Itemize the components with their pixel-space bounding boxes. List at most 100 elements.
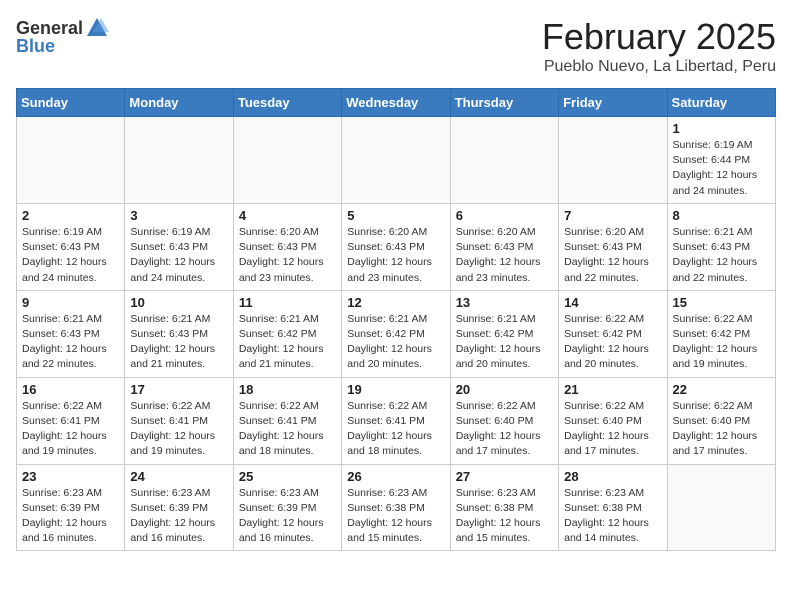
day-number: 2 [22,208,119,223]
calendar-cell [233,117,341,204]
day-info: Sunrise: 6:22 AM Sunset: 6:41 PM Dayligh… [130,399,227,460]
logo-icon [85,16,109,40]
day-number: 18 [239,382,336,397]
day-info: Sunrise: 6:21 AM Sunset: 6:43 PM Dayligh… [22,312,119,373]
day-info: Sunrise: 6:21 AM Sunset: 6:42 PM Dayligh… [239,312,336,373]
title-block: February 2025 Pueblo Nuevo, La Libertad,… [542,16,776,76]
day-info: Sunrise: 6:23 AM Sunset: 6:39 PM Dayligh… [22,486,119,547]
day-info: Sunrise: 6:22 AM Sunset: 6:40 PM Dayligh… [456,399,553,460]
calendar-cell: 20 Sunrise: 6:22 AM Sunset: 6:40 PM Dayli… [450,377,558,464]
calendar-cell: 6 Sunrise: 6:20 AM Sunset: 6:43 PM Daylig… [450,203,558,290]
day-info: Sunrise: 6:19 AM Sunset: 6:43 PM Dayligh… [22,225,119,286]
calendar-cell: 7Sunrise: 6:20 AM Sunset: 6:43 PM Daylig… [559,203,667,290]
calendar-cell: 10Sunrise: 6:21 AM Sunset: 6:43 PM Dayli… [125,290,233,377]
calendar-cell: 25 Sunrise: 6:23 AM Sunset: 6:39 PM Dayli… [233,464,341,551]
day-info: Sunrise: 6:23 AM Sunset: 6:38 PM Dayligh… [564,486,661,547]
day-info: Sunrise: 6:21 AM Sunset: 6:42 PM Dayligh… [347,312,444,373]
week-row-3: 16 Sunrise: 6:22 AM Sunset: 6:41 PM Dayli… [17,377,776,464]
day-info: Sunrise: 6:23 AM Sunset: 6:39 PM Dayligh… [130,486,227,547]
day-number: 22 [673,382,770,397]
weekday-header-thursday: Thursday [450,89,558,117]
week-row-0: 1 Sunrise: 6:19 AM Sunset: 6:44 PM Daylig… [17,117,776,204]
calendar-cell [450,117,558,204]
day-info: Sunrise: 6:19 AM Sunset: 6:43 PM Dayligh… [130,225,227,286]
day-info: Sunrise: 6:23 AM Sunset: 6:39 PM Dayligh… [239,486,336,547]
day-number: 17 [130,382,227,397]
day-info: Sunrise: 6:22 AM Sunset: 6:42 PM Dayligh… [564,312,661,373]
calendar-cell: 28 Sunrise: 6:23 AM Sunset: 6:38 PM Dayli… [559,464,667,551]
calendar-cell [667,464,775,551]
calendar-cell: 9 Sunrise: 6:21 AM Sunset: 6:43 PM Daylig… [17,290,125,377]
weekday-header-friday: Friday [559,89,667,117]
day-info: Sunrise: 6:19 AM Sunset: 6:44 PM Dayligh… [673,138,770,199]
calendar-cell [17,117,125,204]
day-number: 28 [564,469,661,484]
calendar-cell: 17 Sunrise: 6:22 AM Sunset: 6:41 PM Dayli… [125,377,233,464]
calendar-cell: 12 Sunrise: 6:21 AM Sunset: 6:42 PM Dayli… [342,290,450,377]
day-number: 11 [239,295,336,310]
calendar-cell: 19Sunrise: 6:22 AM Sunset: 6:41 PM Dayli… [342,377,450,464]
calendar-cell: 22Sunrise: 6:22 AM Sunset: 6:40 PM Dayli… [667,377,775,464]
day-info: Sunrise: 6:21 AM Sunset: 6:43 PM Dayligh… [673,225,770,286]
calendar-cell: 13 Sunrise: 6:21 AM Sunset: 6:42 PM Dayli… [450,290,558,377]
calendar-cell: 24 Sunrise: 6:23 AM Sunset: 6:39 PM Dayli… [125,464,233,551]
logo-blue: Blue [16,36,55,57]
location-title: Pueblo Nuevo, La Libertad, Peru [542,58,776,76]
day-info: Sunrise: 6:23 AM Sunset: 6:38 PM Dayligh… [347,486,444,547]
header: General Blue February 2025 Pueblo Nuevo,… [16,16,776,76]
day-number: 26 [347,469,444,484]
day-number: 13 [456,295,553,310]
day-info: Sunrise: 6:20 AM Sunset: 6:43 PM Dayligh… [564,225,661,286]
calendar-cell: 3Sunrise: 6:19 AM Sunset: 6:43 PM Daylig… [125,203,233,290]
day-number: 10 [130,295,227,310]
month-title: February 2025 [542,16,776,58]
calendar-cell: 21 Sunrise: 6:22 AM Sunset: 6:40 PM Dayli… [559,377,667,464]
day-info: Sunrise: 6:20 AM Sunset: 6:43 PM Dayligh… [239,225,336,286]
logo: General Blue [16,16,109,57]
calendar-cell [125,117,233,204]
calendar-cell: 16 Sunrise: 6:22 AM Sunset: 6:41 PM Dayli… [17,377,125,464]
day-number: 21 [564,382,661,397]
day-info: Sunrise: 6:21 AM Sunset: 6:42 PM Dayligh… [456,312,553,373]
day-number: 23 [22,469,119,484]
day-number: 27 [456,469,553,484]
day-info: Sunrise: 6:22 AM Sunset: 6:41 PM Dayligh… [347,399,444,460]
day-info: Sunrise: 6:23 AM Sunset: 6:38 PM Dayligh… [456,486,553,547]
day-number: 12 [347,295,444,310]
day-number: 25 [239,469,336,484]
day-info: Sunrise: 6:20 AM Sunset: 6:43 PM Dayligh… [347,225,444,286]
calendar-cell: 15Sunrise: 6:22 AM Sunset: 6:42 PM Dayli… [667,290,775,377]
day-info: Sunrise: 6:22 AM Sunset: 6:41 PM Dayligh… [239,399,336,460]
calendar-cell [559,117,667,204]
weekday-header-row: SundayMondayTuesdayWednesdayThursdayFrid… [17,89,776,117]
weekday-header-saturday: Saturday [667,89,775,117]
calendar-cell: 14Sunrise: 6:22 AM Sunset: 6:42 PM Dayli… [559,290,667,377]
week-row-4: 23 Sunrise: 6:23 AM Sunset: 6:39 PM Dayli… [17,464,776,551]
day-number: 5 [347,208,444,223]
calendar-cell [342,117,450,204]
calendar-cell: 1 Sunrise: 6:19 AM Sunset: 6:44 PM Daylig… [667,117,775,204]
calendar-cell: 2 Sunrise: 6:19 AM Sunset: 6:43 PM Daylig… [17,203,125,290]
day-number: 1 [673,121,770,136]
day-info: Sunrise: 6:22 AM Sunset: 6:41 PM Dayligh… [22,399,119,460]
calendar-cell: 8 Sunrise: 6:21 AM Sunset: 6:43 PM Daylig… [667,203,775,290]
week-row-1: 2 Sunrise: 6:19 AM Sunset: 6:43 PM Daylig… [17,203,776,290]
day-number: 20 [456,382,553,397]
day-number: 4 [239,208,336,223]
day-info: Sunrise: 6:22 AM Sunset: 6:40 PM Dayligh… [564,399,661,460]
day-number: 8 [673,208,770,223]
calendar-table: SundayMondayTuesdayWednesdayThursdayFrid… [16,88,776,551]
weekday-header-sunday: Sunday [17,89,125,117]
day-number: 16 [22,382,119,397]
day-number: 6 [456,208,553,223]
day-number: 9 [22,295,119,310]
day-info: Sunrise: 6:20 AM Sunset: 6:43 PM Dayligh… [456,225,553,286]
calendar-cell: 5 Sunrise: 6:20 AM Sunset: 6:43 PM Daylig… [342,203,450,290]
calendar-cell: 23 Sunrise: 6:23 AM Sunset: 6:39 PM Dayli… [17,464,125,551]
calendar-cell: 4 Sunrise: 6:20 AM Sunset: 6:43 PM Daylig… [233,203,341,290]
calendar-cell: 27 Sunrise: 6:23 AM Sunset: 6:38 PM Dayli… [450,464,558,551]
week-row-2: 9 Sunrise: 6:21 AM Sunset: 6:43 PM Daylig… [17,290,776,377]
day-number: 24 [130,469,227,484]
calendar-cell: 11 Sunrise: 6:21 AM Sunset: 6:42 PM Dayli… [233,290,341,377]
day-number: 15 [673,295,770,310]
